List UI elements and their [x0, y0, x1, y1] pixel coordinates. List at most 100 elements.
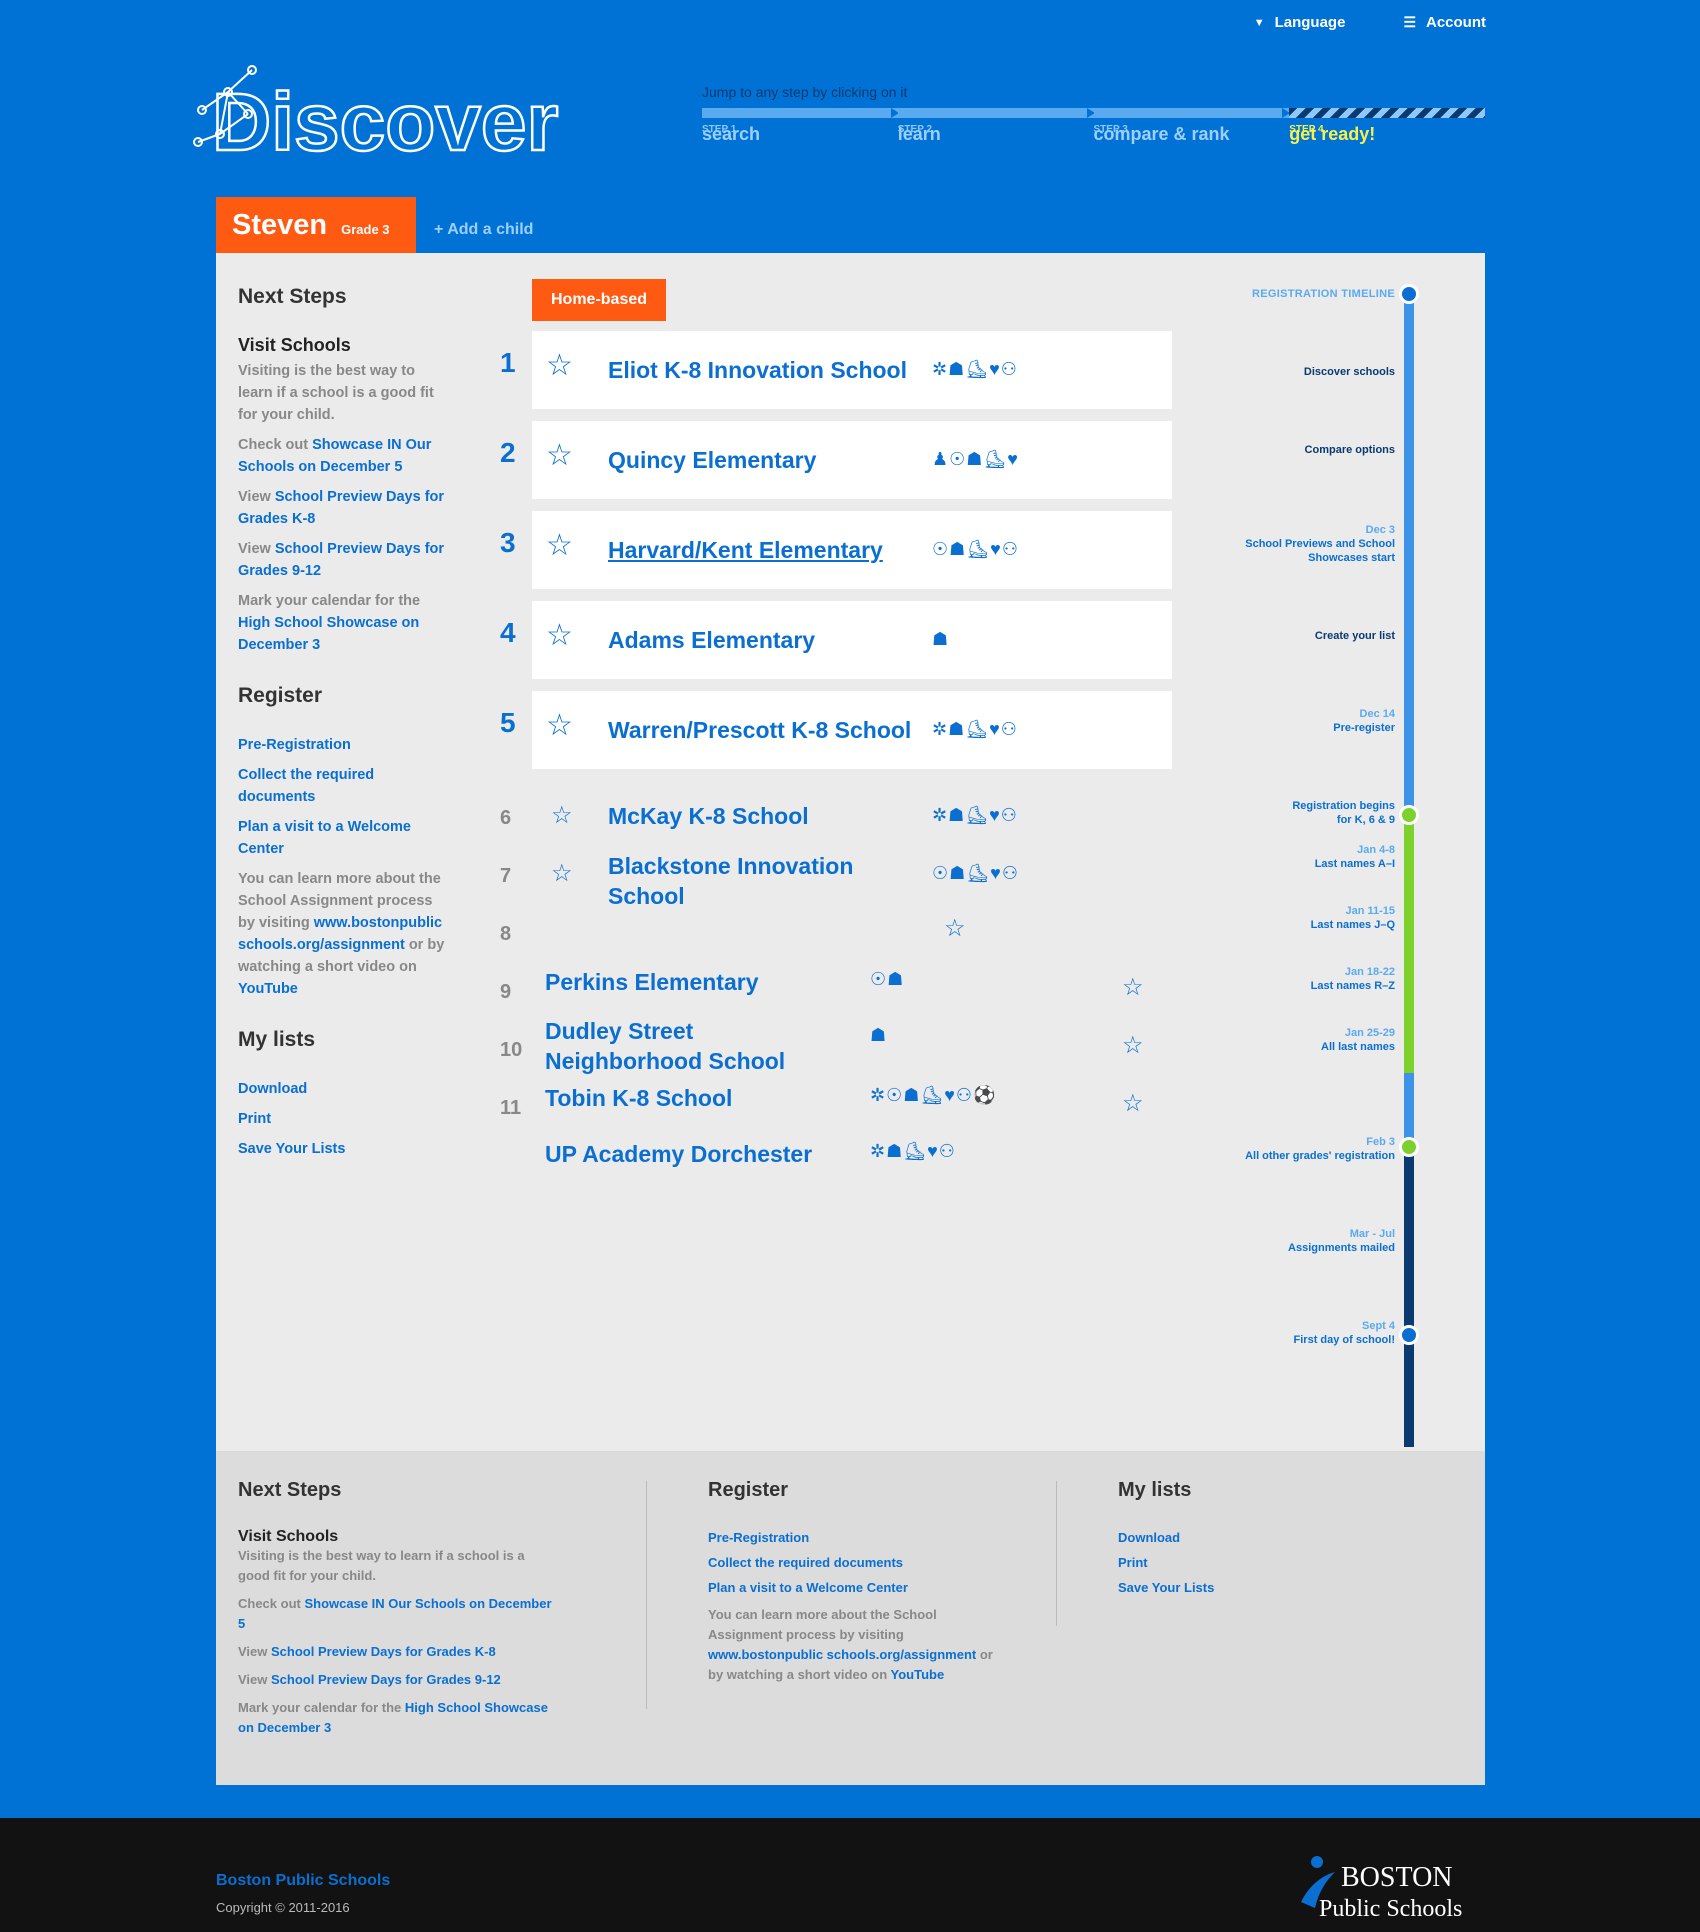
step-3-bar[interactable]	[1093, 108, 1290, 118]
program-icons: ✲☗⛸♥⚇	[932, 719, 1018, 739]
assignment-info: You can learn more about the School Assi…	[238, 871, 445, 997]
school-name[interactable]: Perkins Elementary	[545, 967, 759, 997]
print-link[interactable]: Print	[238, 1108, 453, 1130]
welcome-center-link[interactable]: Plan a visit to a Welcome Center	[238, 816, 453, 860]
preregistration-link[interactable]: Pre-Registration	[238, 734, 453, 756]
star-icon[interactable]: ☆	[1122, 1034, 1144, 1058]
timeline-event: Feb 3 All other grades' registration	[1245, 1136, 1395, 1162]
timeline-start-dot	[1399, 284, 1419, 304]
timeline-event: Create your list	[1314, 630, 1395, 642]
footer-youtube-link[interactable]: YouTube	[891, 1667, 945, 1682]
timeline-event: Jan 18-22 Last names R–Z	[1310, 966, 1395, 992]
step-4-bar[interactable]	[1289, 108, 1485, 118]
school-name[interactable]: Harvard/Kent Elementary	[608, 535, 883, 565]
school-name[interactable]: Warren/Prescott K-8 School	[608, 715, 911, 745]
star-icon[interactable]: ☆	[546, 531, 573, 561]
footer-showcase-line: Check out Showcase IN Our Schools on Dec…	[238, 1596, 552, 1631]
hs-showcase-link[interactable]: High School Showcase on December 3	[238, 615, 419, 653]
star-icon[interactable]: ☆	[546, 441, 573, 471]
school-card[interactable]: ☆ Warren/Prescott K-8 School ✲☗⛸♥⚇	[532, 691, 1172, 769]
step-compare-rank[interactable]: STEP 3 compare & rank	[1094, 124, 1290, 145]
rank-number: 10	[500, 1039, 523, 1061]
register-heading: Register	[238, 684, 323, 707]
rank-number: 5	[500, 707, 516, 738]
timeline-event: Discover schools	[1303, 366, 1395, 378]
rank-number: 1	[500, 347, 516, 378]
bps-logo-line1: BOSTON	[1341, 1862, 1453, 1893]
save-lists-link[interactable]: Save Your Lists	[238, 1138, 453, 1160]
discover-logo[interactable]: Discover	[190, 62, 570, 169]
step-1-bar[interactable]	[702, 108, 899, 118]
rank-number: 3	[500, 527, 516, 558]
account-label: Account	[1426, 14, 1486, 31]
school-name[interactable]: Adams Elementary	[608, 625, 815, 655]
school-card[interactable]: ☆ Adams Elementary ☗	[532, 601, 1172, 679]
steps-bar	[702, 108, 1485, 118]
school-name[interactable]: Tobin K-8 School	[545, 1083, 732, 1113]
timeline-event: Compare options	[1304, 444, 1395, 456]
school-name[interactable]: Eliot K-8 Innovation School	[608, 355, 907, 385]
language-menu[interactable]: ▼ Language	[1254, 14, 1346, 31]
footer-my-lists: My lists Download Print Save Your Lists	[1118, 1479, 1318, 1595]
star-icon[interactable]: ☆	[944, 917, 966, 941]
timeline-segment	[1404, 1073, 1414, 1147]
child-tab-steven[interactable]: Steven Grade 3	[216, 197, 416, 253]
program-icons: ✲☗⛸♥⚇	[870, 1141, 956, 1161]
preview-k8-line: View School Preview Days for Grades K-8	[238, 489, 445, 527]
rank-number: 4	[500, 617, 516, 648]
star-icon[interactable]: ☆	[1122, 976, 1144, 1000]
footer-collect-link[interactable]: Collect the required documents	[708, 1555, 1008, 1570]
footer-prereg-link[interactable]: Pre-Registration	[708, 1530, 1008, 1545]
star-icon[interactable]: ☆	[551, 804, 573, 828]
add-child-link[interactable]: + Add a child	[434, 221, 533, 239]
program-icons: ✲☗⛸♥⚇	[932, 805, 1018, 825]
footer-assignment-url-link[interactable]: www.bostonpublic schools.org/assignment	[708, 1647, 976, 1662]
footer-welcome-link[interactable]: Plan a visit to a Welcome Center	[708, 1580, 1008, 1595]
timeline-event: Registration begins for K, 6 & 9	[1292, 800, 1395, 826]
top-nav: ▼ Language ☰ Account	[1254, 14, 1486, 31]
child-grade: Grade 3	[341, 221, 390, 237]
school-name[interactable]: Quincy Elementary	[608, 445, 816, 475]
discover-logo-graphic: Discover	[193, 65, 560, 169]
youtube-link[interactable]: YouTube	[238, 981, 298, 997]
star-icon[interactable]: ☆	[546, 351, 573, 381]
school-name[interactable]: McKay K-8 School	[608, 801, 809, 831]
collect-documents-link[interactable]: Collect the required documents	[238, 764, 453, 808]
step-2-bar[interactable]	[897, 108, 1095, 118]
program-icons: ☉☗⛸♥⚇	[932, 863, 1019, 883]
step-number: STEP 4	[1289, 124, 1324, 135]
step-search[interactable]: STEP 1 search	[702, 124, 898, 145]
school-card[interactable]: ☆ Eliot K-8 Innovation School ✲☗⛸♥⚇	[532, 331, 1172, 409]
school-name[interactable]: Blackstone Innovation School	[608, 851, 878, 911]
footer-divider	[1056, 1481, 1057, 1626]
bps-logo: BOSTON Public Schools	[1301, 1856, 1462, 1922]
school-card[interactable]: ☆ Quincy Elementary ♟☉☗⛸♥	[532, 421, 1172, 499]
home-based-tab[interactable]: Home-based	[532, 279, 666, 321]
account-menu[interactable]: ☰ Account	[1403, 14, 1486, 31]
footer-download-link[interactable]: Download	[1118, 1530, 1318, 1545]
footer-preview-912-link[interactable]: School Preview Days for Grades 9-12	[271, 1672, 501, 1687]
rank-number: 6	[500, 807, 512, 829]
menu-icon: ☰	[1403, 14, 1416, 30]
school-card[interactable]: ☆ Harvard/Kent Elementary ☉☗⛸♥⚇	[532, 511, 1172, 589]
bps-link[interactable]: Boston Public Schools	[216, 1872, 390, 1890]
step-number: STEP 1	[702, 124, 737, 135]
star-icon[interactable]: ☆	[1122, 1092, 1144, 1116]
star-icon[interactable]: ☆	[551, 862, 573, 886]
school-name[interactable]: Dudley Street Neighborhood School	[545, 1016, 805, 1076]
star-icon[interactable]: ☆	[546, 711, 573, 741]
showcase-line: Check out Showcase IN Our Schools on Dec…	[238, 437, 432, 475]
school-name[interactable]: UP Academy Dorchester	[545, 1139, 812, 1169]
program-icons: ☉☗	[870, 969, 905, 989]
footer-preview-k8-link[interactable]: School Preview Days for Grades K-8	[271, 1644, 496, 1659]
download-link[interactable]: Download	[238, 1078, 453, 1100]
footer-print-link[interactable]: Print	[1118, 1555, 1318, 1570]
footer-save-link[interactable]: Save Your Lists	[1118, 1580, 1318, 1595]
footer-preview-912-line: View School Preview Days for Grades 9-12	[238, 1672, 501, 1687]
program-icons: ✲☉☗⛸♥⚇⚽	[870, 1085, 997, 1105]
step-learn[interactable]: STEP 2 learn	[898, 124, 1094, 145]
rank-number: 7	[500, 865, 512, 887]
step-get-ready[interactable]: STEP 4 get ready!	[1289, 124, 1485, 145]
program-icons: ♟☉☗⛸♥	[932, 449, 1019, 469]
star-icon[interactable]: ☆	[546, 621, 573, 651]
